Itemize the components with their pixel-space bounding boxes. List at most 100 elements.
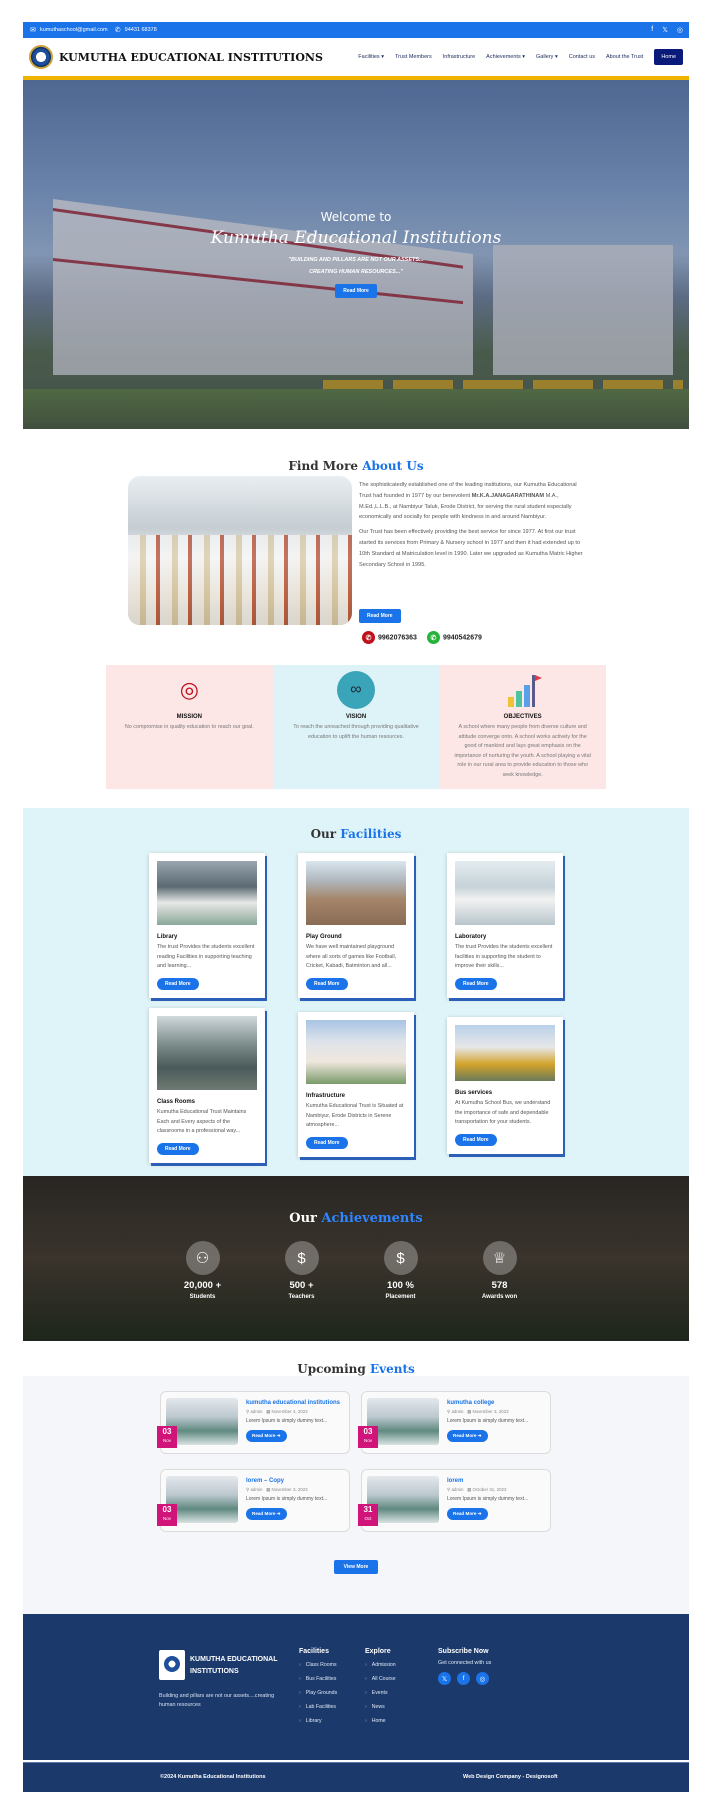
facility-title: Library xyxy=(157,934,178,940)
nav-home[interactable]: Home xyxy=(654,49,683,65)
events-title-a: Upcoming xyxy=(297,1362,366,1376)
event-date: November 4, 2023 xyxy=(271,1409,308,1414)
site-footer: KUMUTHA EDUCATIONAL INSTITUTIONS Buildin… xyxy=(23,1614,689,1760)
hero-tagline-line2: CREATING HUMAN RESOURCES..." xyxy=(309,269,403,275)
event-title[interactable]: lorem – Copy xyxy=(246,1478,346,1484)
footer-link[interactable]: News xyxy=(365,1704,396,1710)
nav-gallery[interactable]: Gallery ▾ xyxy=(536,54,558,60)
hero-banner: Welcome to Kumutha Educational Instituti… xyxy=(23,80,689,429)
footer-link[interactable]: All Course xyxy=(365,1676,396,1682)
about-para1-start: The sophisticatedly established one of t… xyxy=(359,482,577,499)
vision-card: ∞ VISION To reach the unreached through … xyxy=(272,665,440,789)
event-excerpt: Lorem Ipsum is simply dummy text... xyxy=(246,1418,328,1424)
hero-tagline-line1: "BUILDING AND PILLARS ARE NOT OUR ASSETS… xyxy=(288,257,424,263)
mission-vision-objectives: ◎ MISSION No compromise in quality educa… xyxy=(106,665,607,789)
event-title[interactable]: kumutha college xyxy=(447,1400,547,1406)
school-logo[interactable] xyxy=(29,45,53,69)
achievements-section: Our Achievements ⚇ 20,000 + Students $ 5… xyxy=(23,1176,689,1341)
footer-link[interactable]: Events xyxy=(365,1690,396,1696)
facility-title: Play Ground xyxy=(306,934,342,940)
nav-facilities[interactable]: Facilities ▾ xyxy=(358,54,384,60)
x-twitter-icon[interactable]: 𝕏 xyxy=(438,1672,451,1685)
facebook-icon[interactable]: f xyxy=(651,26,653,34)
event-meta: ⚲ admin ▦ November 3, 2023 xyxy=(246,1487,346,1493)
event-author: admin xyxy=(250,1409,263,1414)
mission-card: ◎ MISSION No compromise in quality educa… xyxy=(106,665,273,789)
event-read-more-button[interactable]: Read More ➔ xyxy=(246,1508,287,1520)
facility-read-more-button[interactable]: Read More xyxy=(455,1133,497,1146)
footer-tagline: Building and pillars are not our assets.… xyxy=(159,1693,275,1708)
nav-about-trust[interactable]: About the Trust xyxy=(606,54,643,60)
facility-read-more-button[interactable]: Read More xyxy=(306,1136,348,1149)
footer-link[interactable]: Bus Facilities xyxy=(299,1676,337,1682)
hero-read-more-button[interactable]: Read More xyxy=(335,284,377,298)
event-meta: ⚲ admin ▦ November 3, 2023 xyxy=(447,1409,547,1415)
view-more-wrap: View More xyxy=(0,1555,712,1574)
footer-logo[interactable] xyxy=(159,1650,185,1680)
event-day: 03 xyxy=(162,1427,172,1436)
about-paragraph-1: The sophisticatedly established one of t… xyxy=(359,480,585,523)
event-title[interactable]: kumutha educational institutions xyxy=(246,1400,346,1406)
about-title-b: About Us xyxy=(362,459,424,473)
stat-value: 578 xyxy=(491,1280,508,1291)
footer-social-icons: 𝕏 f ◎ xyxy=(438,1672,491,1685)
footer-subscribe: Subscribe Now Get connected with us 𝕏 f … xyxy=(438,1648,491,1685)
top-email[interactable]: kumuthaschool@gmail.com xyxy=(40,27,108,33)
facility-read-more-button[interactable]: Read More xyxy=(455,977,497,990)
students-icon: ⚇ xyxy=(185,1241,220,1275)
stat-value: 100 % xyxy=(387,1280,414,1291)
target-icon: ◎ xyxy=(179,677,199,702)
footer-link[interactable]: Library xyxy=(299,1718,337,1724)
nav-trust-members[interactable]: Trust Members xyxy=(395,54,432,60)
nav-contact[interactable]: Contact us xyxy=(569,54,595,60)
footer-link[interactable]: Admission xyxy=(365,1662,396,1668)
view-more-button[interactable]: View More xyxy=(333,1560,379,1574)
event-title[interactable]: lorem xyxy=(447,1478,547,1484)
phone-contact-2[interactable]: ✆ 9940542679 xyxy=(426,631,482,644)
facility-read-more-button[interactable]: Read More xyxy=(157,977,199,990)
design-credit-link[interactable]: Web Design Company - Designosoft xyxy=(463,1774,558,1780)
event-info: kumutha college ⚲ admin ▦ November 3, 20… xyxy=(447,1400,547,1442)
about-read-more-button[interactable]: Read More xyxy=(359,609,401,623)
instagram-icon[interactable]: ◎ xyxy=(476,1672,489,1685)
stat-awards: ♕ 578 Awards won xyxy=(450,1241,549,1300)
nav-achievements[interactable]: Achievements ▾ xyxy=(486,54,525,60)
event-read-more-button[interactable]: Read More ➔ xyxy=(246,1430,287,1442)
facility-card-infrastructure: Infrastructure Kumutha Educational Trust… xyxy=(298,1012,414,1157)
event-info: lorem – Copy ⚲ admin ▦ November 3, 2023 … xyxy=(246,1478,346,1520)
event-read-more-button[interactable]: Read More ➔ xyxy=(447,1430,488,1442)
facility-title: Class Rooms xyxy=(157,1099,196,1105)
phone-contact-1[interactable]: ✆ 9962076363 xyxy=(362,631,417,644)
event-card: 31 Oct lorem ⚲ admin ▦ October 31, 2023 L… xyxy=(358,1469,551,1532)
top-phone[interactable]: 94431 68378 xyxy=(125,27,157,33)
event-date-badge: 03 Nov xyxy=(157,1426,177,1448)
event-meta: ⚲ admin ▦ October 31, 2023 xyxy=(447,1487,547,1493)
teacher-icon: $ xyxy=(284,1241,319,1275)
footer-link[interactable]: Lab Facilities xyxy=(299,1704,337,1710)
infrastructure-image xyxy=(306,1020,406,1084)
footer-link[interactable]: Home xyxy=(365,1718,396,1724)
footer-link[interactable]: Play Grounds xyxy=(299,1690,337,1696)
facility-read-more-button[interactable]: Read More xyxy=(306,977,348,990)
brand-name[interactable]: KUMUTHA EDUCATIONAL INSTITUTIONS xyxy=(59,51,323,64)
event-info: kumutha educational institutions ⚲ admin… xyxy=(246,1400,346,1442)
footer-bottom-bar: ©2024 Kumutha Educational Institutions W… xyxy=(23,1762,689,1792)
achievements-title-b: Achievements xyxy=(321,1211,423,1226)
x-twitter-icon[interactable]: 𝕏 xyxy=(662,26,668,34)
footer-link[interactable]: Class Rooms xyxy=(299,1662,337,1668)
bus-services-image xyxy=(455,1025,555,1081)
facility-card-classrooms: Class Rooms Kumutha Educational Trust Ma… xyxy=(149,1008,265,1163)
footer-facilities-column: Facilities Class Rooms Bus Facilities Pl… xyxy=(299,1648,337,1732)
instagram-icon[interactable]: ◎ xyxy=(677,26,683,34)
event-read-more-button[interactable]: Read More ➔ xyxy=(447,1508,488,1520)
event-date: October 31, 2023 xyxy=(472,1487,507,1492)
event-card: 03 Nov kumutha college ⚲ admin ▦ November… xyxy=(358,1391,551,1454)
event-day: 03 xyxy=(363,1427,373,1436)
achievement-stats: ⚇ 20,000 + Students $ 500 + Teachers $ 1… xyxy=(153,1241,549,1300)
event-date-badge: 03 Nov xyxy=(358,1426,378,1448)
nav-infrastructure[interactable]: Infrastructure xyxy=(443,54,475,60)
hero-content: Welcome to Kumutha Educational Instituti… xyxy=(23,210,689,298)
event-excerpt: Lorem Ipsum is simply dummy text... xyxy=(447,1496,529,1502)
facility-read-more-button[interactable]: Read More xyxy=(157,1142,199,1155)
facebook-icon[interactable]: f xyxy=(457,1672,470,1685)
